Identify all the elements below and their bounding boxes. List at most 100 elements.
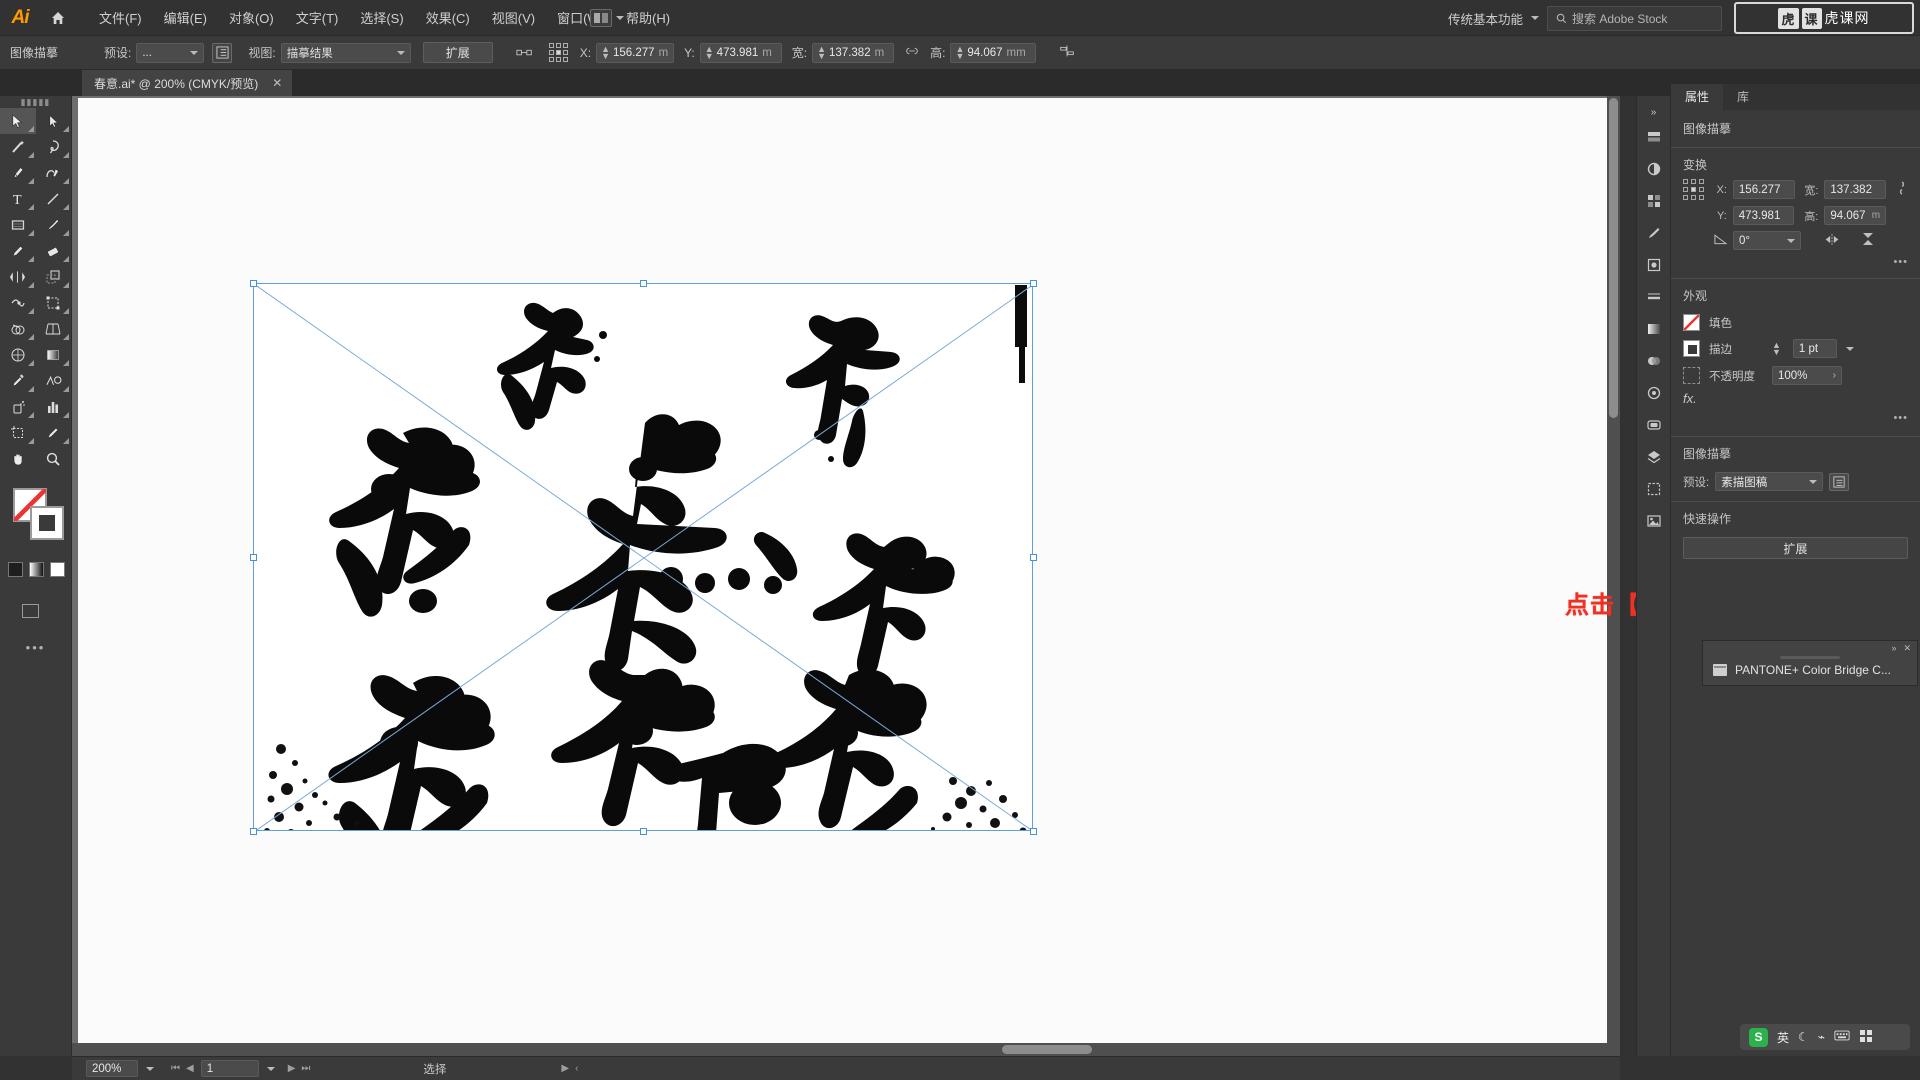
brushes-icon[interactable] [1639, 218, 1669, 248]
shape-builder-tool[interactable] [0, 316, 36, 342]
magic-wand-tool[interactable] [0, 134, 36, 160]
canvas-area[interactable] [72, 96, 1620, 1056]
height-input[interactable]: ▲ ▼ 94.067 mm [950, 42, 1037, 63]
color-panel-icon[interactable] [1639, 122, 1669, 152]
ref-tc[interactable] [1691, 179, 1696, 184]
mesh-tool[interactable] [0, 342, 36, 368]
stepper-icon[interactable]: ▲ ▼ [705, 44, 714, 60]
screen-mode-icon[interactable] [22, 604, 39, 618]
artboard-chevron-down-icon[interactable] [266, 1066, 275, 1071]
line-segment-tool[interactable] [36, 186, 72, 212]
transform-icon[interactable] [515, 43, 535, 63]
layers-icon[interactable] [1639, 442, 1669, 472]
ref-mc[interactable] [1691, 187, 1696, 192]
unlink-icon[interactable] [1896, 180, 1908, 199]
color-fill-mode-icon[interactable] [8, 562, 23, 577]
dock-collapse-icon[interactable]: » [1651, 104, 1657, 120]
stroke-weight-input[interactable]: 1 pt [1792, 339, 1837, 358]
opacity-input[interactable]: 100% › [1772, 366, 1842, 385]
menu-item-view[interactable]: 视图(V) [481, 4, 546, 31]
sogou-logo-icon[interactable]: S [1749, 1027, 1768, 1047]
stroke-swatch-button[interactable] [1683, 340, 1700, 357]
zoom-chevron-down-icon[interactable] [146, 1066, 154, 1071]
last-artboard-icon[interactable]: ⏭ [298, 1063, 313, 1074]
ref-pt-mr[interactable] [562, 50, 568, 55]
zoom-tool[interactable] [36, 446, 72, 472]
symbol-sprayer-tool[interactable] [0, 394, 36, 420]
gradient-tool[interactable] [36, 342, 72, 368]
ref-pt-bl[interactable] [548, 57, 554, 62]
status-expand-icon[interactable]: ▶ [558, 1063, 572, 1074]
gradient-panel-icon[interactable] [1639, 314, 1669, 344]
transform-height-input[interactable]: 94.067 m [1824, 206, 1887, 225]
pantone-collapse-icon[interactable]: » [1891, 643, 1896, 653]
transform-x-input[interactable]: 156.277 [1732, 180, 1795, 199]
ref-pt-tl[interactable] [548, 43, 554, 48]
transform-more-button[interactable]: ••• [1671, 256, 1920, 272]
ref-bl[interactable] [1683, 195, 1688, 200]
stepper-icon[interactable]: ▲ ▼ [955, 44, 964, 60]
menu-item-help[interactable]: 帮助(H) [615, 4, 681, 31]
ref-tl[interactable] [1683, 179, 1688, 184]
scrollbar-thumb-vertical[interactable] [1609, 98, 1618, 418]
lasso-tool[interactable] [36, 134, 72, 160]
scrollbar-thumb-horizontal[interactable] [1002, 1045, 1092, 1054]
gradient-mode-icon[interactable] [29, 562, 44, 577]
document-tab[interactable]: 春意.ai* @ 200% (CMYK/预览) ✕ [82, 70, 294, 96]
artwork-traced-calligraphy[interactable] [253, 283, 1033, 831]
crescent-icon[interactable]: ⌁ [1818, 1030, 1825, 1044]
transparency-icon[interactable] [1639, 346, 1669, 376]
ref-mr[interactable] [1699, 187, 1704, 192]
stepper-icon[interactable]: ▲ ▼ [601, 44, 610, 60]
width-input[interactable]: ▲ ▼ 137.382 m [812, 42, 895, 63]
rotate-tool[interactable] [0, 264, 36, 290]
moon-icon[interactable]: ☾ [1798, 1030, 1809, 1044]
align-icon[interactable] [1058, 44, 1076, 61]
column-graph-tool[interactable] [36, 394, 72, 420]
tab-properties[interactable]: 属性 [1671, 84, 1724, 110]
color-guide-icon[interactable] [1639, 154, 1669, 184]
first-artboard-icon[interactable]: ⏮ [168, 1063, 183, 1074]
artboard[interactable] [78, 98, 1608, 1056]
links-icon[interactable] [1639, 506, 1669, 536]
ref-pt-tc[interactable] [555, 43, 561, 48]
fx-button[interactable]: fx. [1671, 389, 1920, 412]
home-icon[interactable] [40, 0, 76, 36]
image-trace-preset-dropdown[interactable]: 素描图稿 [1715, 472, 1824, 491]
fill-swatch-button[interactable] [1683, 314, 1700, 331]
pencil-tool[interactable] [0, 238, 36, 264]
chevron-down-icon[interactable] [1809, 479, 1818, 484]
hand-tool[interactable] [0, 446, 36, 472]
menu-item-file[interactable]: 文件(F) [88, 4, 153, 31]
ref-pt-br[interactable] [562, 57, 568, 62]
flip-horizontal-icon[interactable] [1823, 233, 1841, 249]
next-artboard-icon[interactable]: ▶ [285, 1063, 299, 1074]
rotation-angle-input[interactable]: 0° [1733, 231, 1801, 250]
toolbar-more-button[interactable]: ••• [0, 640, 71, 655]
workspace-switcher[interactable]: 传统基本功能 [1448, 9, 1523, 28]
ref-bc[interactable] [1691, 195, 1696, 200]
pantone-close-icon[interactable]: ✕ [1903, 643, 1911, 654]
opacity-options-icon[interactable]: › [1833, 370, 1836, 381]
menu-item-select[interactable]: 选择(S) [349, 4, 414, 31]
none-mode-icon[interactable] [50, 562, 65, 577]
stroke-chevron-down-icon[interactable] [1845, 346, 1854, 351]
view-dropdown[interactable]: 描摹结果 [280, 42, 411, 63]
symbols-icon[interactable] [1639, 250, 1669, 280]
blend-tool[interactable] [36, 368, 72, 394]
ref-pt-bc[interactable] [555, 57, 561, 62]
flip-vertical-icon[interactable] [1861, 231, 1875, 250]
paintbrush-tool[interactable] [36, 212, 72, 238]
y-input[interactable]: ▲ ▼ 473.981 m [699, 42, 782, 63]
stroke-swatch[interactable] [30, 506, 64, 540]
canvas-vertical-scrollbar[interactable] [1607, 96, 1620, 1056]
stroke-stepper-icon[interactable]: ▲ ▼ [1772, 340, 1781, 356]
ref-br[interactable] [1699, 195, 1704, 200]
transform-width-input[interactable]: 137.382 [1824, 180, 1887, 199]
preset-dropdown[interactable]: ... [136, 42, 205, 63]
menu-item-edit[interactable]: 编辑(E) [153, 4, 218, 31]
stroke-panel-icon[interactable] [1639, 282, 1669, 312]
ref-tr[interactable] [1699, 179, 1704, 184]
ref-ml[interactable] [1683, 187, 1688, 192]
stepper-icon[interactable]: ▲ ▼ [817, 44, 826, 60]
